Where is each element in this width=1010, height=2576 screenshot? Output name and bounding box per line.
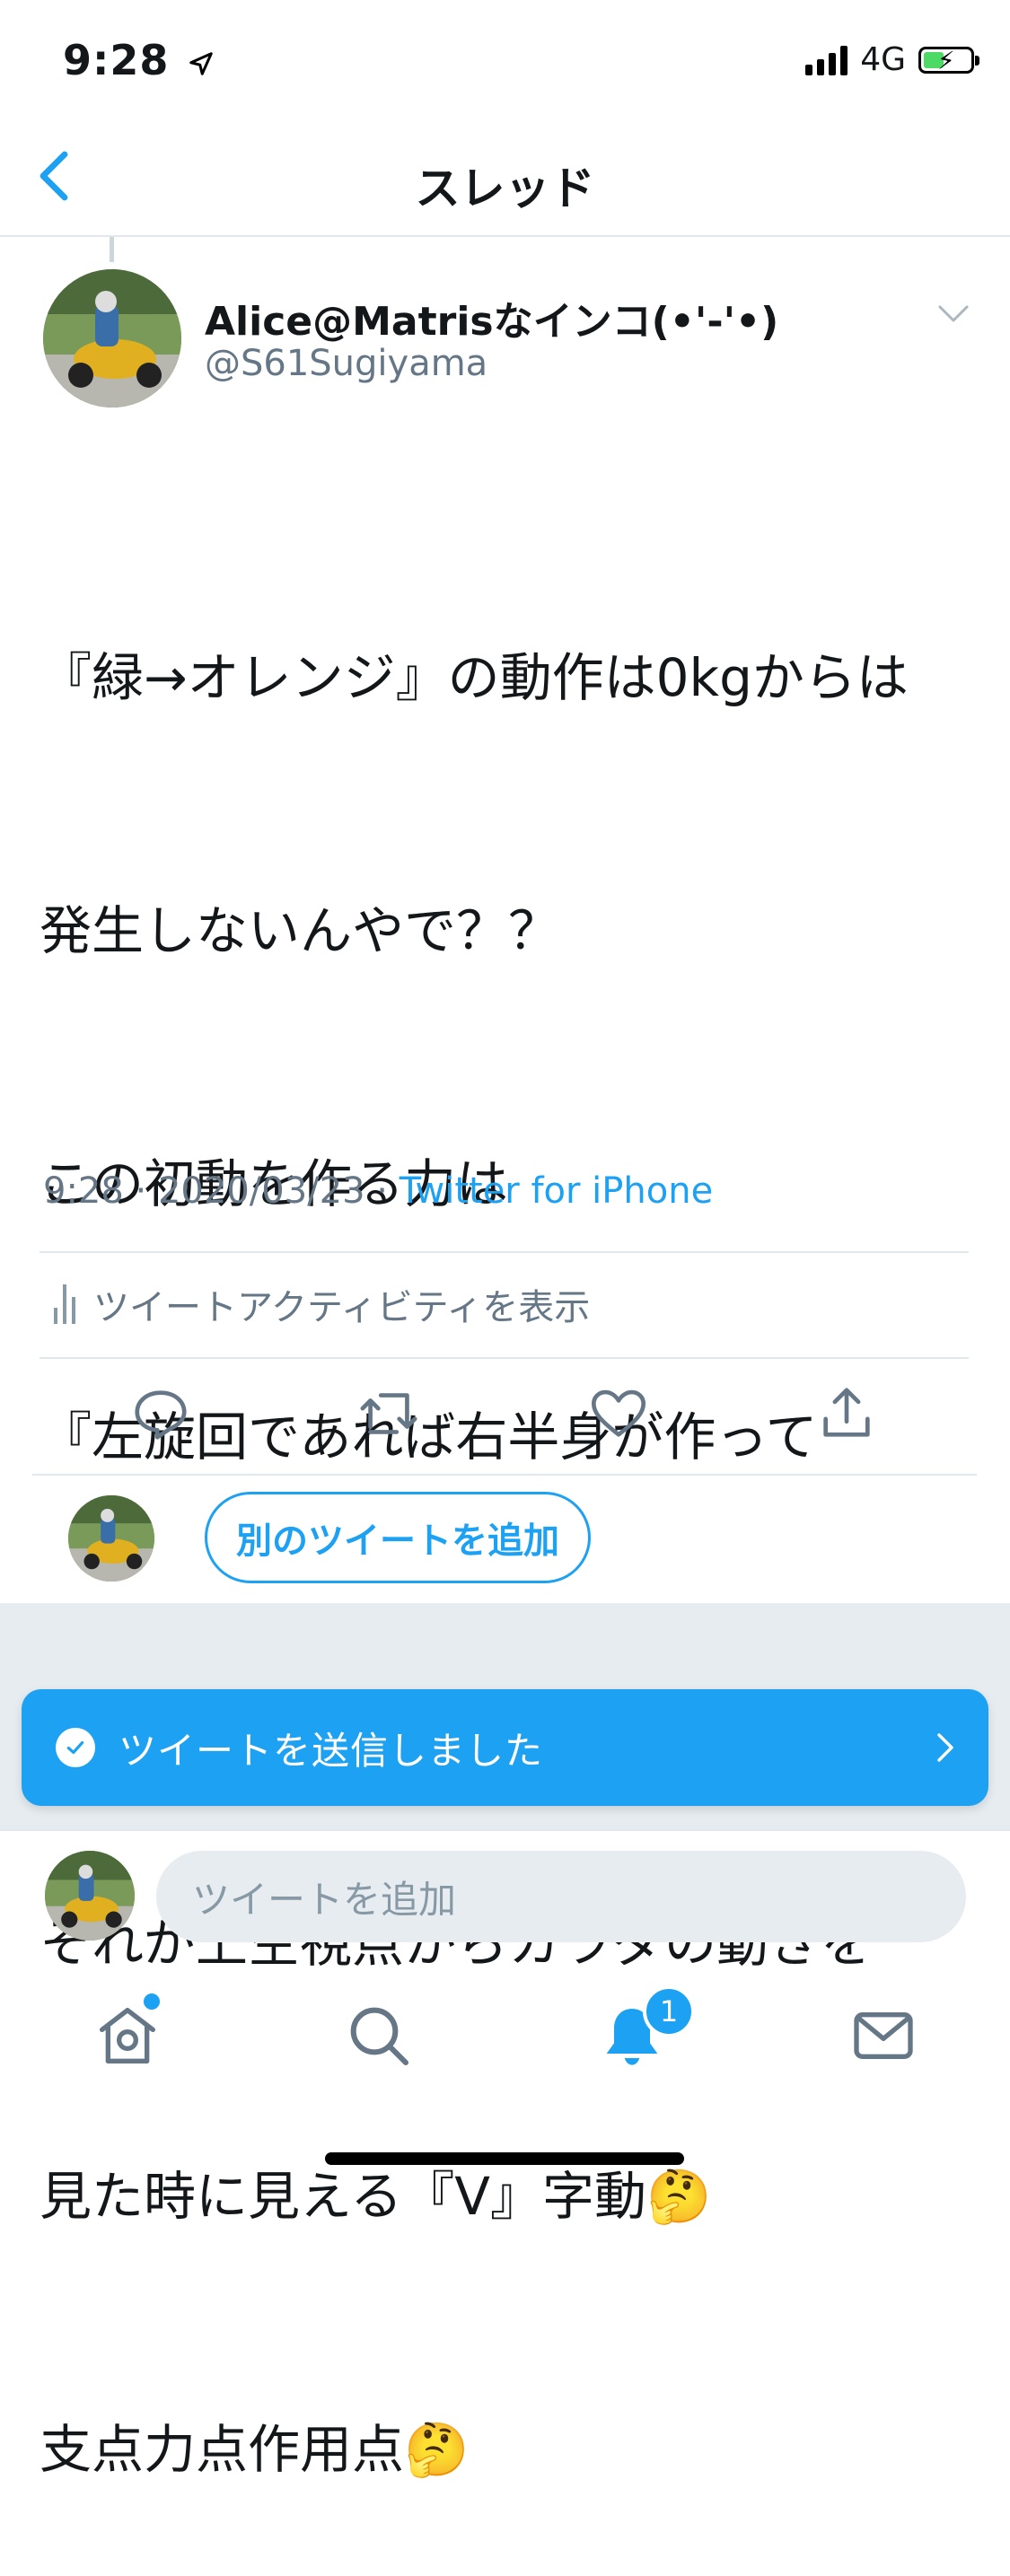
author-avatar[interactable] — [43, 269, 181, 407]
reply-icon[interactable] — [129, 1382, 192, 1445]
chevron-down-icon[interactable] — [937, 303, 970, 325]
author-name[interactable]: Alice@Matrisなインコ(•'-'•) — [205, 289, 778, 346]
avatar-image — [45, 1851, 135, 1941]
compose-avatar[interactable] — [45, 1851, 135, 1941]
tweet-actions — [36, 1382, 974, 1454]
notification-badge: 1 — [643, 1985, 695, 2037]
meta-separator: · — [135, 1170, 147, 1212]
analytics-icon — [54, 1284, 75, 1324]
tweet-time: 9:28 — [43, 1170, 124, 1212]
toast-message: ツイートを送信しました — [119, 1728, 544, 1773]
tweet-source-link[interactable]: Twitter for iPhone — [400, 1170, 714, 1212]
tweet-line: 見た時に見える『V』字動🤔 — [40, 2166, 712, 2227]
avatar-image — [43, 269, 181, 407]
tweet-meta: 9:28 · 2020/03/23 · Twitter for iPhone — [43, 1170, 713, 1212]
my-avatar[interactable] — [68, 1495, 154, 1582]
status-time-text: 9:28 — [63, 36, 170, 84]
tweet-line: 支点力点作用点🤔 — [40, 2419, 470, 2480]
tweet-line: 『緑→オレンジ』の動作は0kgからは — [40, 647, 909, 708]
retweet-icon[interactable] — [357, 1382, 420, 1445]
chevron-right-icon — [937, 1733, 953, 1762]
activity-label: ツイートアクティビティを表示 — [93, 1287, 591, 1328]
meta-separator: · — [376, 1170, 388, 1212]
divider — [40, 1251, 969, 1253]
tweet-date: 2020/03/23 — [157, 1170, 365, 1212]
avatar-image — [68, 1495, 154, 1582]
compose-tweet-input[interactable]: ツイートを追加 — [156, 1851, 966, 1942]
network-label: 4G — [860, 41, 906, 78]
page-title: スレッド — [415, 162, 595, 215]
divider — [40, 1357, 969, 1359]
tweet-sent-toast[interactable]: ツイートを送信しました — [22, 1689, 988, 1806]
messages-icon[interactable] — [848, 2000, 919, 2072]
like-heart-icon[interactable] — [587, 1382, 650, 1445]
share-icon[interactable] — [815, 1382, 878, 1445]
home-unread-dot — [141, 1991, 162, 2012]
location-arrow-icon — [189, 51, 214, 75]
status-time: 9:28 — [63, 36, 215, 84]
tweet-line: 発生しないんやで？？ — [40, 900, 561, 961]
status-indicators: 4G ⚡ — [805, 41, 979, 78]
nav-header: スレッド — [0, 126, 1010, 237]
check-circle-icon — [56, 1728, 95, 1767]
signal-icon — [805, 45, 848, 75]
home-indicator[interactable] — [325, 2152, 684, 2165]
add-another-tweet-button[interactable]: 別のツイートを追加 — [205, 1492, 591, 1583]
search-icon[interactable] — [343, 2000, 415, 2072]
author-handle[interactable]: @S61Sugiyama — [205, 343, 487, 384]
battery-icon: ⚡ — [918, 46, 979, 75]
divider — [32, 1474, 977, 1476]
tweet-activity-link[interactable]: ツイートアクティビティを表示 — [54, 1278, 590, 1330]
thread-connector — [110, 237, 114, 262]
